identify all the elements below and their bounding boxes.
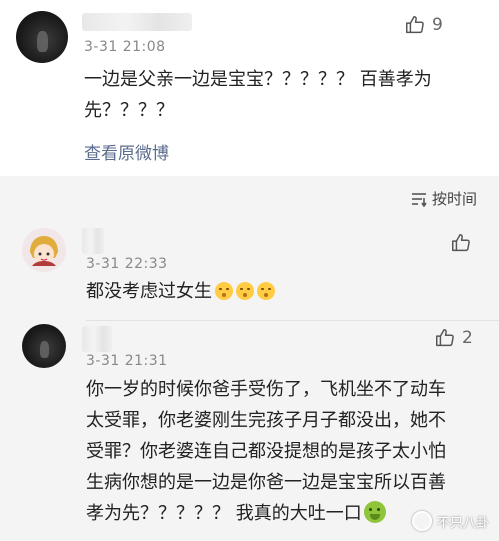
reply-avatar[interactable]: [22, 228, 66, 272]
comment-time: 3-31 21:08: [84, 39, 166, 55]
sort-by-time-button[interactable]: 按时间: [410, 188, 477, 209]
reply-name-blurred[interactable]: [82, 228, 104, 254]
thumbs-up-icon: [436, 329, 454, 347]
reply-time: 3-31 22:33: [86, 256, 168, 272]
reply-time: 3-31 21:31: [86, 353, 168, 369]
comment-text-line2: 先？？？？: [84, 100, 174, 121]
thumbs-up-icon: [452, 234, 470, 252]
reply-text-line: 受罪？你老婆连自己都没提想的是孩子太小怕: [86, 441, 446, 462]
replies-section: 按时间 3-31 22:33 都没考虑过女生 3-31 21:31 2 你一岁的…: [0, 176, 499, 541]
cartoon-avatar-icon: [22, 228, 66, 272]
reply-text-line: 生病你想的是一边是你爸一边是宝宝所以百善: [86, 472, 446, 493]
like-button[interactable]: 9: [404, 14, 443, 36]
reply-text-line: 你一岁的时候你爸手受伤了，飞机坐不了动车: [86, 379, 446, 400]
awkward-face-emoji-icon: [236, 282, 254, 300]
commenter-avatar[interactable]: [16, 11, 68, 63]
sort-label: 按时间: [431, 190, 477, 208]
reply-text-content: 都没考虑过女生: [86, 281, 212, 302]
reply-text: 都没考虑过女生: [86, 276, 275, 307]
watermark: 不只八卦: [411, 511, 489, 531]
sort-icon: [411, 192, 427, 207]
commenter-name-blurred[interactable]: [82, 13, 192, 31]
watermark-text: 不只八卦: [436, 515, 489, 531]
reply-text-line: 孝为先？？？？？ 我真的大吐一口: [86, 503, 362, 524]
reply-avatar[interactable]: [22, 324, 66, 368]
reply-like-button[interactable]: 2: [434, 327, 473, 349]
main-comment: 3-31 21:08 9 一边是父亲一边是宝宝？？？？？ 百善孝为 先？？？？ …: [0, 0, 499, 176]
reply-like-button[interactable]: [450, 232, 472, 254]
reply-text-line: 太受罪，你老婆刚生完孩子月子都没出，她不: [86, 410, 446, 431]
vomiting-face-emoji-icon: [363, 501, 386, 523]
like-count: 9: [432, 15, 443, 35]
like-count: 2: [462, 328, 473, 348]
thumbs-up-icon: [406, 16, 424, 34]
watermark-logo-icon: [411, 511, 432, 531]
reply-text-last-line: 孝为先？？？？？ 我真的大吐一口: [86, 498, 386, 529]
awkward-face-emoji-icon: [215, 282, 233, 300]
comment-text-line1: 一边是父亲一边是宝宝？？？？？ 百善孝为: [84, 69, 432, 90]
reply-name-blurred[interactable]: [82, 326, 112, 352]
reply-divider: [86, 320, 499, 321]
awkward-face-emoji-icon: [257, 282, 275, 300]
view-original-weibo-link[interactable]: 查看原微博: [84, 139, 169, 164]
